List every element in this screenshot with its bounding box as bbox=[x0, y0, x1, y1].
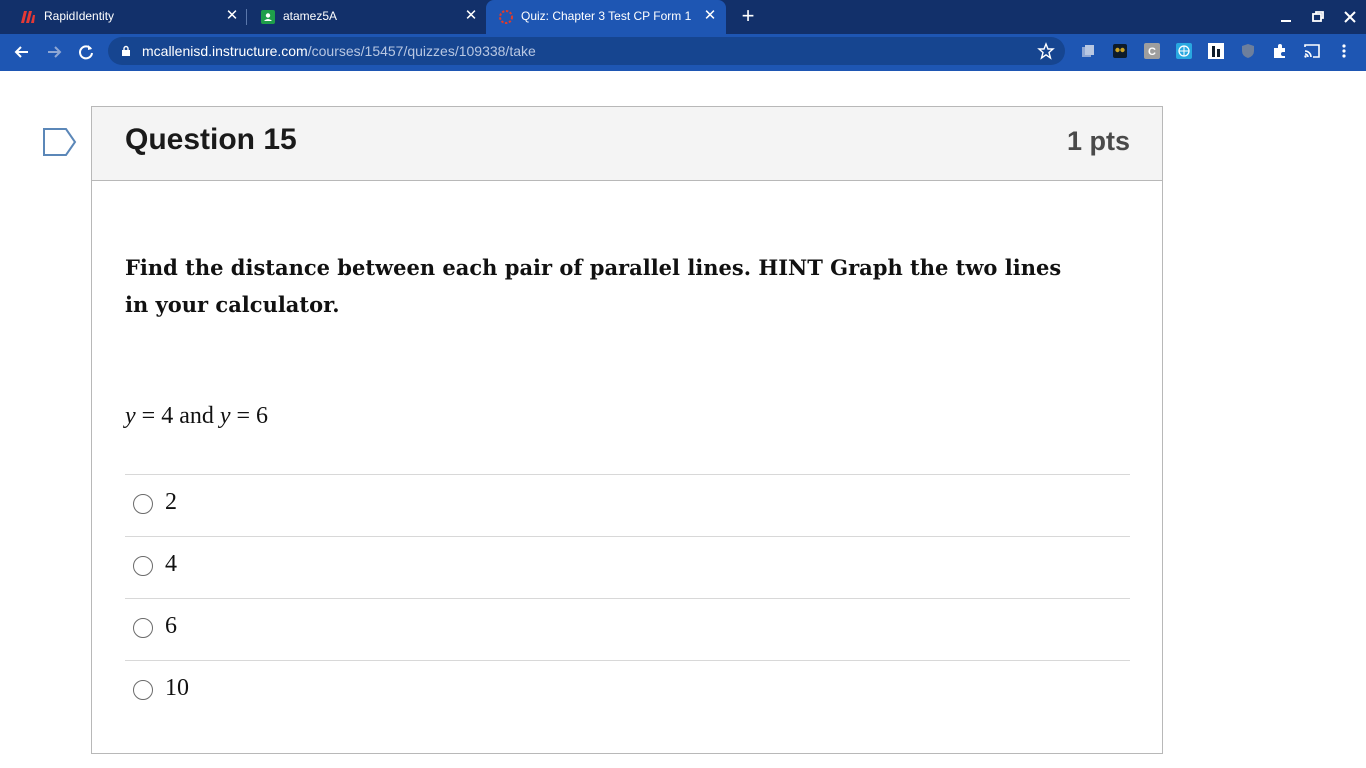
extension-building-icon[interactable] bbox=[1207, 42, 1225, 60]
extension-owl-icon[interactable] bbox=[1111, 42, 1129, 60]
radio-button[interactable] bbox=[133, 494, 153, 514]
forward-arrow-icon[interactable] bbox=[43, 41, 65, 63]
cast-icon[interactable] bbox=[1303, 42, 1321, 60]
question-title: Question 15 bbox=[125, 123, 297, 156]
canvas-favicon-icon bbox=[499, 10, 513, 24]
close-tab-icon[interactable]: ✕ bbox=[463, 8, 479, 24]
answer-label[interactable]: 2 bbox=[165, 489, 177, 516]
url-path: /courses/15457/quizzes/109338/take bbox=[307, 43, 536, 59]
close-window-icon[interactable] bbox=[1341, 8, 1359, 26]
bookmark-star-icon[interactable] bbox=[1037, 42, 1055, 60]
url-text: mcallenisd.instructure.com/courses/15457… bbox=[142, 43, 536, 59]
close-tab-icon[interactable]: ✕ bbox=[702, 8, 718, 24]
reload-icon[interactable] bbox=[75, 41, 97, 63]
question-prompt: Find the distance between each pair of p… bbox=[125, 255, 1062, 317]
answer-label[interactable]: 4 bbox=[165, 551, 177, 578]
answer-option[interactable]: 2 bbox=[125, 474, 1130, 536]
url-host: mcallenisd.instructure.com bbox=[142, 43, 308, 59]
answer-label[interactable]: 10 bbox=[165, 675, 189, 702]
tab-title: RapidIdentity bbox=[44, 9, 115, 23]
minimize-icon[interactable] bbox=[1277, 8, 1295, 26]
restore-window-icon[interactable] bbox=[1309, 8, 1327, 26]
equation-text: = 6 bbox=[230, 403, 269, 429]
question-points: 1 pts bbox=[1066, 126, 1130, 156]
equation-variable: y bbox=[219, 403, 231, 429]
extensions-puzzle-icon[interactable] bbox=[1271, 42, 1289, 60]
question-equation: y = 4 and y = 6 bbox=[125, 403, 268, 430]
extension-c-icon[interactable]: C bbox=[1143, 42, 1161, 60]
radio-button[interactable] bbox=[133, 618, 153, 638]
classroom-favicon-icon bbox=[261, 10, 275, 24]
question-header: Question 15 1 pts bbox=[92, 107, 1162, 181]
answer-label[interactable]: 6 bbox=[165, 613, 177, 640]
radio-button[interactable] bbox=[133, 680, 153, 700]
answer-option[interactable]: 4 bbox=[125, 536, 1130, 598]
extension-globe-icon[interactable] bbox=[1175, 42, 1193, 60]
question-card: Question 15 1 pts Find the distance betw… bbox=[91, 106, 1163, 754]
tab-rapididentity[interactable]: RapidIdentity ✕ bbox=[0, 0, 246, 34]
radio-button[interactable] bbox=[133, 556, 153, 576]
close-tab-icon[interactable]: ✕ bbox=[224, 8, 240, 24]
equation-variable: y bbox=[125, 403, 136, 429]
address-bar[interactable]: mcallenisd.instructure.com/courses/15457… bbox=[108, 37, 1065, 65]
rapididentity-favicon-icon bbox=[21, 11, 35, 23]
kebab-menu-icon[interactable] bbox=[1335, 42, 1353, 60]
new-tab-plus-icon[interactable]: + bbox=[737, 5, 759, 27]
flag-question-icon[interactable] bbox=[42, 127, 78, 157]
answer-option[interactable]: 10 bbox=[125, 660, 1130, 722]
extension-shield-icon[interactable] bbox=[1239, 42, 1257, 60]
tab-title: atamez5A bbox=[283, 9, 338, 23]
tab-quiz-active[interactable]: Quiz: Chapter 3 Test CP Form 1 ✕ bbox=[486, 0, 726, 34]
extension-pages-icon[interactable] bbox=[1079, 42, 1097, 60]
answer-list: 2 4 6 10 bbox=[125, 474, 1130, 722]
back-arrow-icon[interactable] bbox=[11, 41, 33, 63]
answer-option[interactable]: 6 bbox=[125, 598, 1130, 660]
tab-atamez5a[interactable]: atamez5A ✕ bbox=[246, 0, 486, 34]
equation-text: = 4 and bbox=[135, 403, 220, 429]
tab-strip: RapidIdentity ✕ atamez5A ✕ Quiz: Chapter… bbox=[0, 0, 1366, 34]
lock-icon bbox=[122, 45, 130, 56]
svg-text:C: C bbox=[1148, 46, 1156, 58]
tab-title: Quiz: Chapter 3 Test CP Form 1 bbox=[521, 9, 692, 23]
